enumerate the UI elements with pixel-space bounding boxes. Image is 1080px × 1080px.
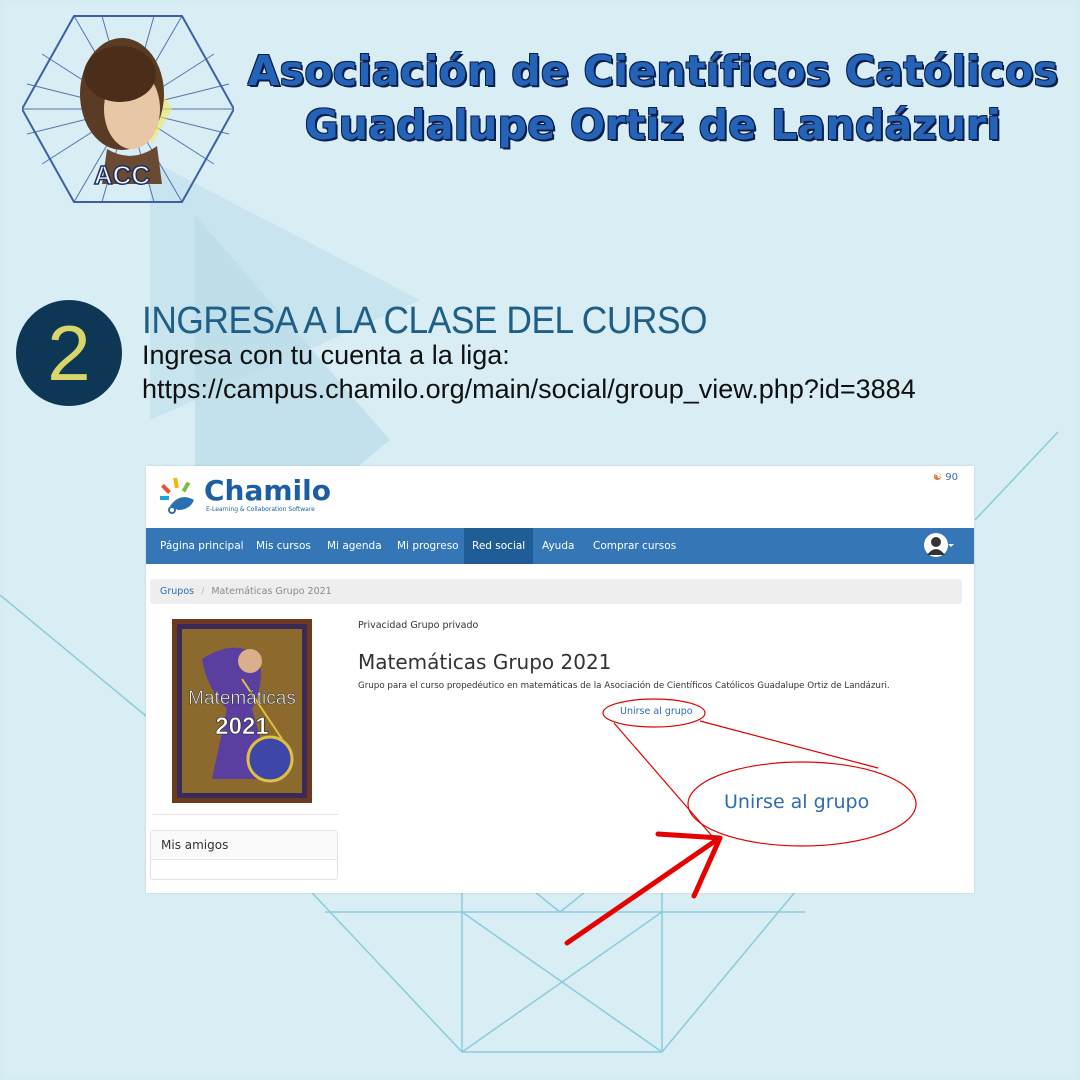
zoom-connector-line — [699, 720, 879, 769]
pointer-arrow-icon — [564, 831, 723, 946]
zoom-connector-line — [613, 722, 713, 837]
highlight-ellipse-large — [687, 761, 917, 847]
highlight-ellipse-small — [602, 698, 706, 728]
annotation-overlay — [564, 698, 917, 946]
